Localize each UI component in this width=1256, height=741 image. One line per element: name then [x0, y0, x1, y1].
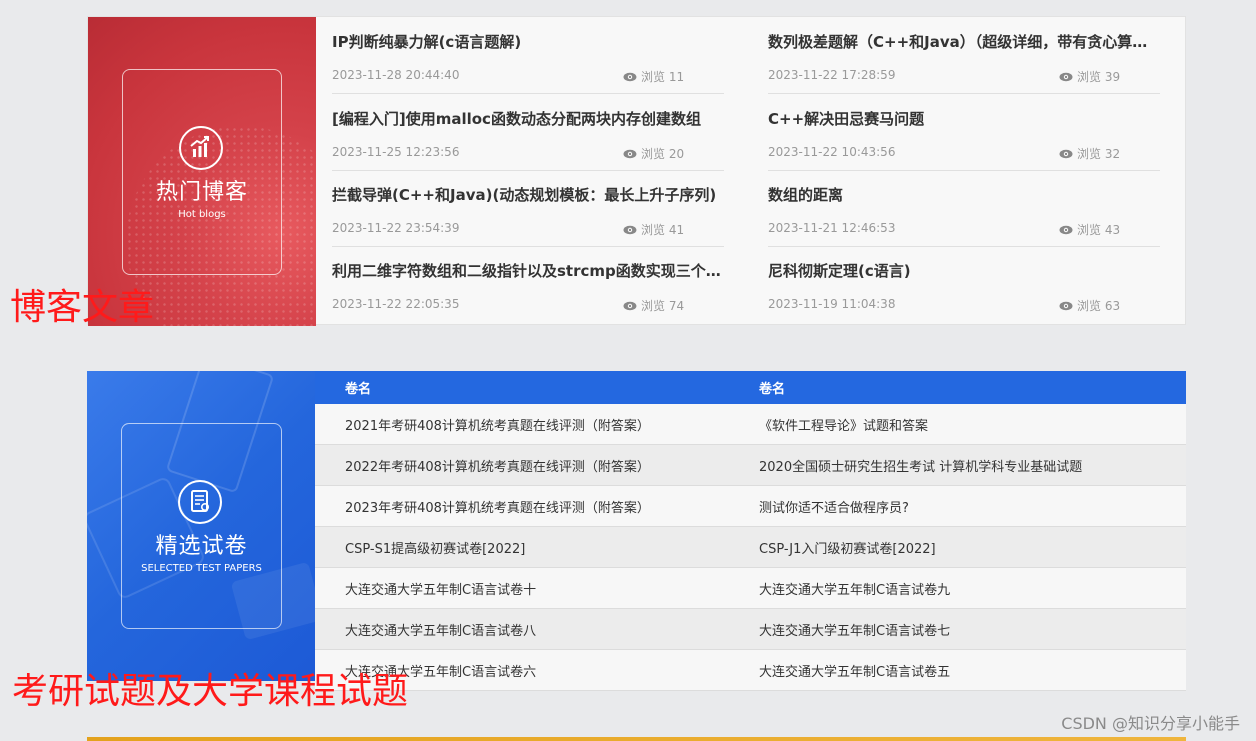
selected-papers-card: 精选试卷 SELECTED TEST PAPERS — [121, 423, 282, 629]
blog-views-count: 浏览 39 — [1077, 70, 1121, 84]
blog-date: 2023-11-22 17:28:59 — [768, 68, 896, 82]
paper-link[interactable]: 大连交通大学五年制C语言试卷五 — [729, 649, 1186, 691]
column-header: 卷名 — [315, 371, 729, 404]
hot-blogs-card: 热门博客 Hot blogs — [122, 69, 282, 275]
blog-views-count: 浏览 11 — [641, 70, 685, 84]
blog-title-link[interactable]: 数组的距离 — [768, 184, 1160, 205]
eye-icon — [623, 149, 637, 158]
eye-icon — [1059, 225, 1073, 234]
blog-date: 2023-11-19 11:04:38 — [768, 297, 896, 311]
paper-link[interactable]: 大连交通大学五年制C语言试卷九 — [729, 567, 1186, 609]
blog-views: 浏览 11 — [623, 68, 684, 85]
table-row: 2023年考研408计算机统考真题在线评测（附答案） 测试你适不适合做程序员? — [315, 485, 1186, 527]
table-row: 2021年考研408计算机统考真题在线评测（附答案） 《软件工程导论》试题和答案 — [315, 404, 1186, 445]
blog-views-count: 浏览 43 — [1077, 223, 1121, 237]
selected-papers-section: 精选试卷 SELECTED TEST PAPERS 卷名 卷名 2021年考研4… — [87, 371, 1186, 691]
blog-annotation-label: 博客文章 — [10, 287, 155, 328]
blog-item[interactable]: 数列极差题解（C++和Java）（超级详细，带有贪心算法详解） 2023-11-… — [768, 17, 1160, 94]
blog-item[interactable]: IP判断纯暴力解(c语言题解) 2023-11-28 20:44:40 浏览 1… — [332, 17, 724, 94]
blog-views: 浏览 20 — [623, 145, 684, 162]
blog-date: 2023-11-22 22:05:35 — [332, 297, 460, 311]
blog-title-link[interactable]: 尼科彻斯定理(c语言) — [768, 260, 1160, 281]
blog-views: 浏览 74 — [623, 297, 684, 314]
blog-views-count: 浏览 32 — [1077, 147, 1121, 161]
blog-item[interactable]: 拦截导弹(C++和Java)(动态规划模板：最长上升子序列) 2023-11-2… — [332, 170, 724, 247]
table-row: 大连交通大学五年制C语言试卷六 大连交通大学五年制C语言试卷五 — [315, 649, 1186, 691]
eye-icon — [1059, 149, 1073, 158]
blog-title-link[interactable]: 数列极差题解（C++和Java）（超级详细，带有贪心算法详解） — [768, 31, 1160, 52]
blog-item[interactable]: 利用二维字符数组和二级指针以及strcmp函数实现三个字符串排序 2023-11… — [332, 246, 724, 322]
paper-link[interactable]: 《软件工程导论》试题和答案 — [729, 404, 1186, 445]
next-section-stripe — [87, 737, 1186, 741]
blog-title-link[interactable]: C++解决田忌赛马问题 — [768, 108, 1160, 129]
blog-item[interactable]: C++解决田忌赛马问题 2023-11-22 10:43:56 浏览 32 — [768, 94, 1160, 171]
hot-blogs-banner[interactable]: 热门博客 Hot blogs — [88, 17, 316, 326]
blog-date: 2023-11-22 23:54:39 — [332, 221, 460, 235]
table-row: 大连交通大学五年制C语言试卷十 大连交通大学五年制C语言试卷九 — [315, 567, 1186, 609]
eye-icon — [1059, 301, 1073, 310]
eye-icon — [623, 225, 637, 234]
blog-title-link[interactable]: [编程入门]使用malloc函数动态分配两块内存创建数组 — [332, 108, 724, 129]
blog-item[interactable]: 数组的距离 2023-11-21 12:46:53 浏览 43 — [768, 170, 1160, 247]
papers-table: 卷名 卷名 2021年考研408计算机统考真题在线评测（附答案） 《软件工程导论… — [315, 371, 1186, 691]
paper-link[interactable]: CSP-J1入门级初赛试卷[2022] — [729, 526, 1186, 568]
blog-item[interactable]: [编程入门]使用malloc函数动态分配两块内存创建数组 2023-11-25 … — [332, 94, 724, 171]
eye-icon — [623, 301, 637, 310]
paper-link[interactable]: 大连交通大学五年制C语言试卷十 — [315, 567, 729, 609]
table-row: 大连交通大学五年制C语言试卷八 大连交通大学五年制C语言试卷七 — [315, 608, 1186, 650]
blog-views-count: 浏览 20 — [641, 147, 685, 161]
selected-papers-banner[interactable]: 精选试卷 SELECTED TEST PAPERS — [87, 371, 315, 681]
blog-date: 2023-11-22 10:43:56 — [768, 145, 896, 159]
blog-item[interactable]: 尼科彻斯定理(c语言) 2023-11-19 11:04:38 浏览 63 — [768, 246, 1160, 322]
table-row: CSP-S1提高级初赛试卷[2022] CSP-J1入门级初赛试卷[2022] — [315, 526, 1186, 568]
blog-views: 浏览 32 — [1059, 145, 1120, 162]
selected-papers-title: 精选试卷 — [155, 534, 248, 559]
column-header: 卷名 — [729, 371, 1186, 404]
paper-link[interactable]: 2023年考研408计算机统考真题在线评测（附答案） — [315, 485, 729, 527]
paper-link[interactable]: 2022年考研408计算机统考真题在线评测（附答案） — [315, 444, 729, 486]
paper-link[interactable]: CSP-S1提高级初赛试卷[2022] — [315, 526, 729, 568]
blog-date: 2023-11-21 12:46:53 — [768, 221, 896, 235]
blog-title-link[interactable]: IP判断纯暴力解(c语言题解) — [332, 31, 724, 52]
blog-date: 2023-11-25 12:23:56 — [332, 145, 460, 159]
paper-link[interactable]: 大连交通大学五年制C语言试卷七 — [729, 608, 1186, 650]
blog-views: 浏览 43 — [1059, 221, 1120, 238]
paper-link[interactable]: 2021年考研408计算机统考真题在线评测（附答案） — [315, 404, 729, 445]
hot-blogs-title: 热门博客 — [155, 180, 248, 205]
blog-views-count: 浏览 63 — [1077, 299, 1121, 313]
eye-icon — [1059, 72, 1073, 81]
paper-link[interactable]: 测试你适不适合做程序员? — [729, 485, 1186, 527]
blog-views: 浏览 63 — [1059, 297, 1120, 314]
csdn-watermark: CSDN @知识分享小能手 — [1061, 714, 1240, 733]
eye-icon — [623, 72, 637, 81]
chart-growth-icon — [179, 126, 223, 170]
blog-views-count: 浏览 41 — [641, 223, 685, 237]
blog-views-count: 浏览 74 — [641, 299, 685, 313]
blog-title-link[interactable]: 拦截导弹(C++和Java)(动态规划模板：最长上升子序列) — [332, 184, 724, 205]
blog-views: 浏览 41 — [623, 221, 684, 238]
blog-views: 浏览 39 — [1059, 68, 1120, 85]
selected-papers-subtitle: SELECTED TEST PAPERS — [141, 563, 262, 574]
hot-blogs-subtitle: Hot blogs — [178, 209, 226, 220]
table-row: 2022年考研408计算机统考真题在线评测（附答案） 2020全国硕士研究生招生… — [315, 444, 1186, 486]
table-header-row: 卷名 卷名 — [315, 371, 1186, 404]
hot-blogs-section: 热门博客 Hot blogs IP判断纯暴力解(c语言题解) 2023-11-2… — [87, 16, 1186, 326]
document-icon — [178, 480, 222, 524]
paper-link[interactable]: 2020全国硕士研究生招生考试 计算机学科专业基础试题 — [729, 444, 1186, 486]
paper-link[interactable]: 大连交通大学五年制C语言试卷八 — [315, 608, 729, 650]
blog-date: 2023-11-28 20:44:40 — [332, 68, 460, 82]
paper-annotation-label: 考研试题及大学课程试题 — [12, 671, 409, 712]
blog-title-link[interactable]: 利用二维字符数组和二级指针以及strcmp函数实现三个字符串排序 — [332, 260, 724, 281]
